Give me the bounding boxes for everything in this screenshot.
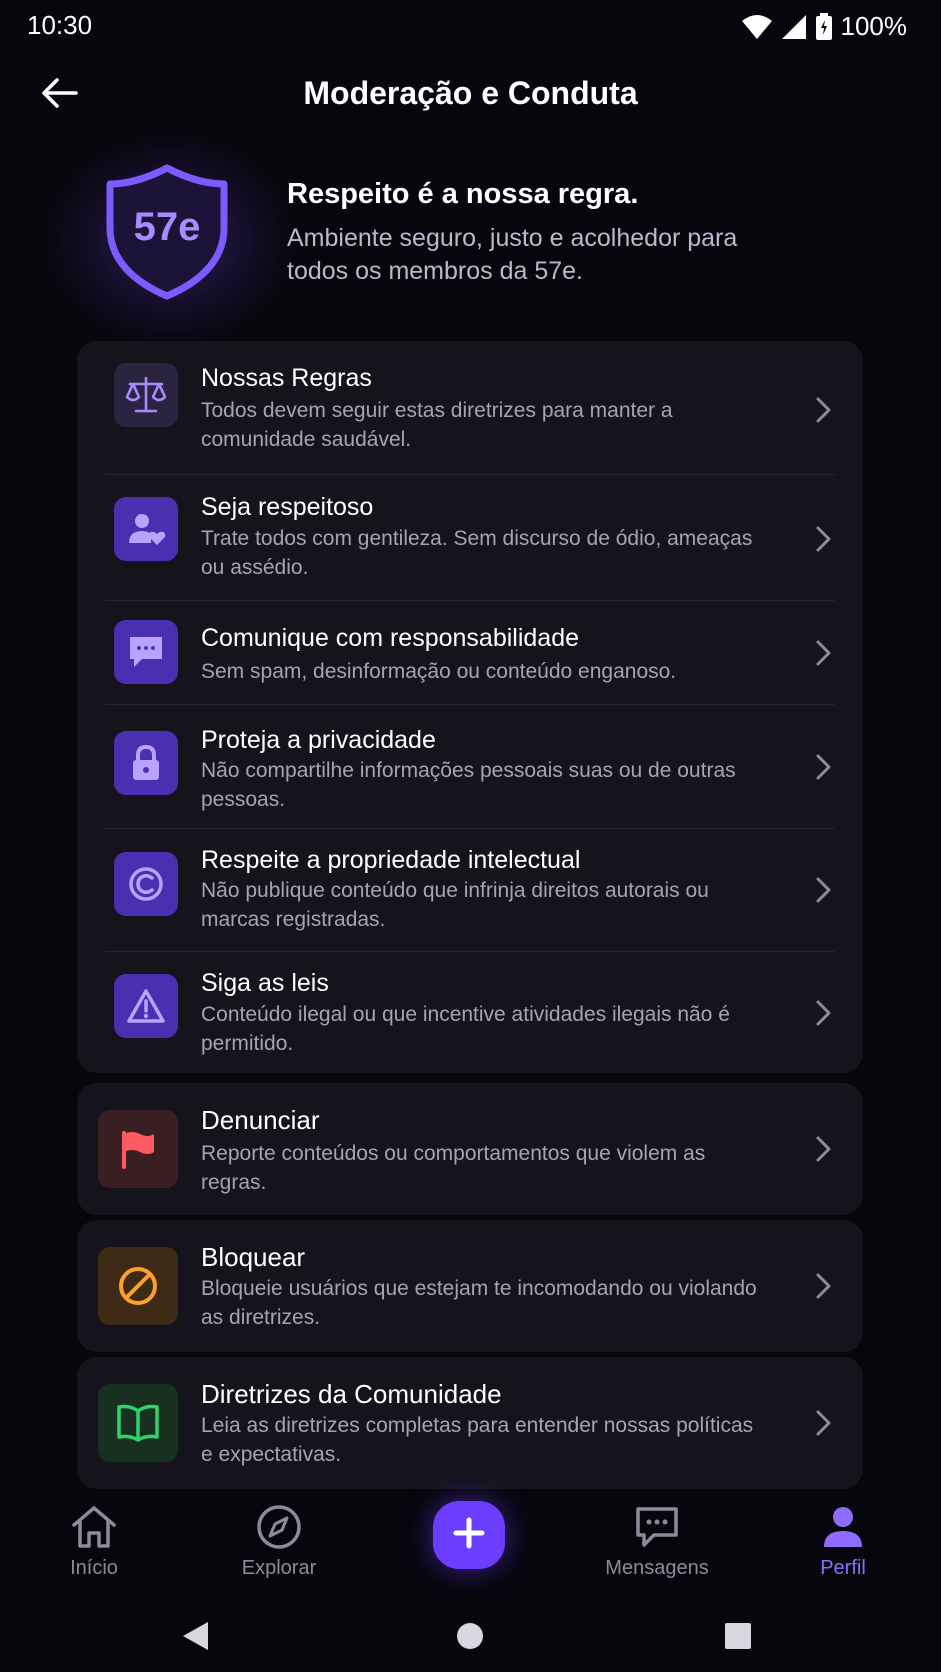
hero-title: Respeito é a nossa regra. (287, 178, 639, 210)
nav-item-mensagens[interactable]: Mensagens (587, 1503, 727, 1580)
report-card[interactable]: Denunciar Reporte conteúdos ou comportam… (77, 1083, 863, 1215)
battery-percent: 100% (840, 11, 908, 41)
guidelines-card[interactable]: Diretrizes da Comunidade Leia as diretri… (77, 1357, 863, 1489)
plus-icon (451, 1515, 487, 1556)
chevron-right-icon (816, 754, 831, 780)
compass-icon (209, 1503, 349, 1551)
cell-signal-icon (781, 14, 807, 40)
guidelines-title: Diretrizes da Comunidade (201, 1379, 502, 1409)
nav-label: Início (70, 1557, 118, 1579)
report-title: Denunciar (201, 1105, 320, 1135)
profile-icon (773, 1503, 913, 1551)
rule-description: Não publique conteúdo que infrinja direi… (201, 879, 709, 931)
app-header: Moderação e Conduta (0, 60, 941, 130)
status-bar: 10:30 100% (0, 0, 941, 52)
nav-label: Perfil (820, 1557, 866, 1579)
chat-icon (114, 620, 178, 684)
report-description: Reporte conteúdos ou comportamentos que … (201, 1142, 706, 1194)
rule-description: Não compartilhe informações pessoais sua… (201, 759, 736, 811)
rule-row-privacidade[interactable]: Proteja a privacidade Não compartilhe in… (77, 705, 863, 828)
book-icon (98, 1384, 178, 1462)
wifi-icon (741, 14, 773, 40)
rule-title: Respeite a propriedade intelectual (201, 846, 581, 874)
chevron-right-icon (816, 397, 831, 423)
rules-card: Nossas Regras Todos devem seguir estas d… (77, 341, 863, 1073)
rule-row-seja-respeitoso[interactable]: Seja respeitoso Trate todos com gentilez… (77, 475, 863, 600)
block-icon (98, 1247, 178, 1325)
block-title: Bloquear (201, 1242, 306, 1272)
home-icon (24, 1503, 164, 1551)
rule-title: Siga as leis (201, 969, 329, 997)
chevron-right-icon (816, 1136, 831, 1162)
rule-row-comunique[interactable]: Comunique com responsabilidade Sem spam,… (77, 601, 863, 704)
create-post-button[interactable] (433, 1501, 505, 1569)
status-icons: 100% (741, 11, 908, 42)
system-recents-button[interactable] (723, 1620, 753, 1657)
nav-item-explorar[interactable]: Explorar (209, 1503, 349, 1580)
circle-home-icon (457, 1623, 483, 1649)
page-title: Moderação e Conduta (303, 75, 638, 111)
nav-item-perfil[interactable]: Perfil (773, 1503, 913, 1580)
rule-row-siga-as-leis[interactable]: Siga as leis Conteúdo ilegal ou que ince… (77, 952, 863, 1073)
nav-label: Mensagens (605, 1557, 709, 1579)
screen: 10:30 100% Moderação e Conduta 57e Respe… (0, 0, 941, 1672)
battery-icon (815, 12, 833, 41)
block-description: Bloqueie usuários que estejam te incomod… (201, 1277, 757, 1329)
chevron-right-icon (816, 1410, 831, 1436)
nav-item-inicio[interactable]: Início (24, 1503, 164, 1580)
chevron-right-icon (816, 1000, 831, 1026)
shield-badge-text: 57e (133, 205, 201, 249)
status-time: 10:30 (27, 10, 93, 40)
system-back-button[interactable] (180, 1620, 210, 1657)
triangle-back-icon (183, 1622, 208, 1650)
hero-description: Ambiente seguro, justo e acolhedor para … (287, 224, 738, 285)
rule-title: Comunique com responsabilidade (201, 624, 580, 652)
rule-description: Trate todos com gentileza. Sem discurso … (201, 527, 753, 579)
hero-section: 57e Respeito é a nossa regra. Ambiente s… (0, 130, 941, 350)
nav-label: Explorar (241, 1557, 317, 1579)
chevron-right-icon (816, 526, 831, 552)
rule-title: Seja respeitoso (201, 493, 374, 521)
chevron-right-icon (816, 877, 831, 903)
rule-title: Nossas Regras (201, 364, 372, 392)
guidelines-description: Leia as diretrizes completas para entend… (201, 1414, 754, 1466)
copyright-icon (114, 852, 178, 916)
rule-row-nossas-regras[interactable]: Nossas Regras Todos devem seguir estas d… (77, 341, 863, 474)
flag-icon (98, 1110, 178, 1188)
block-card[interactable]: Bloquear Bloqueie usuários que estejam t… (77, 1220, 863, 1352)
messages-icon (587, 1503, 727, 1551)
rule-description: Conteúdo ilegal ou que incentive ativida… (201, 1003, 730, 1055)
rule-description: Todos devem seguir estas diretrizes para… (201, 399, 673, 451)
rule-title: Proteja a privacidade (201, 726, 436, 754)
square-recents-icon (725, 1623, 751, 1649)
rule-row-propriedade-intelectual[interactable]: Respeite a propriedade intelectual Não p… (77, 829, 863, 951)
warning-icon (114, 974, 178, 1038)
chevron-right-icon (816, 1273, 831, 1299)
system-nav-bar (0, 1600, 941, 1672)
chevron-right-icon (816, 640, 831, 666)
user-heart-icon (114, 497, 178, 561)
system-home-button[interactable] (455, 1620, 485, 1657)
scale-icon (114, 363, 178, 427)
rule-description: Sem spam, desinformação ou conteúdo enga… (201, 660, 677, 683)
lock-icon (114, 731, 178, 795)
bottom-nav: Início Explorar Mensagens Perfil (0, 1495, 941, 1585)
